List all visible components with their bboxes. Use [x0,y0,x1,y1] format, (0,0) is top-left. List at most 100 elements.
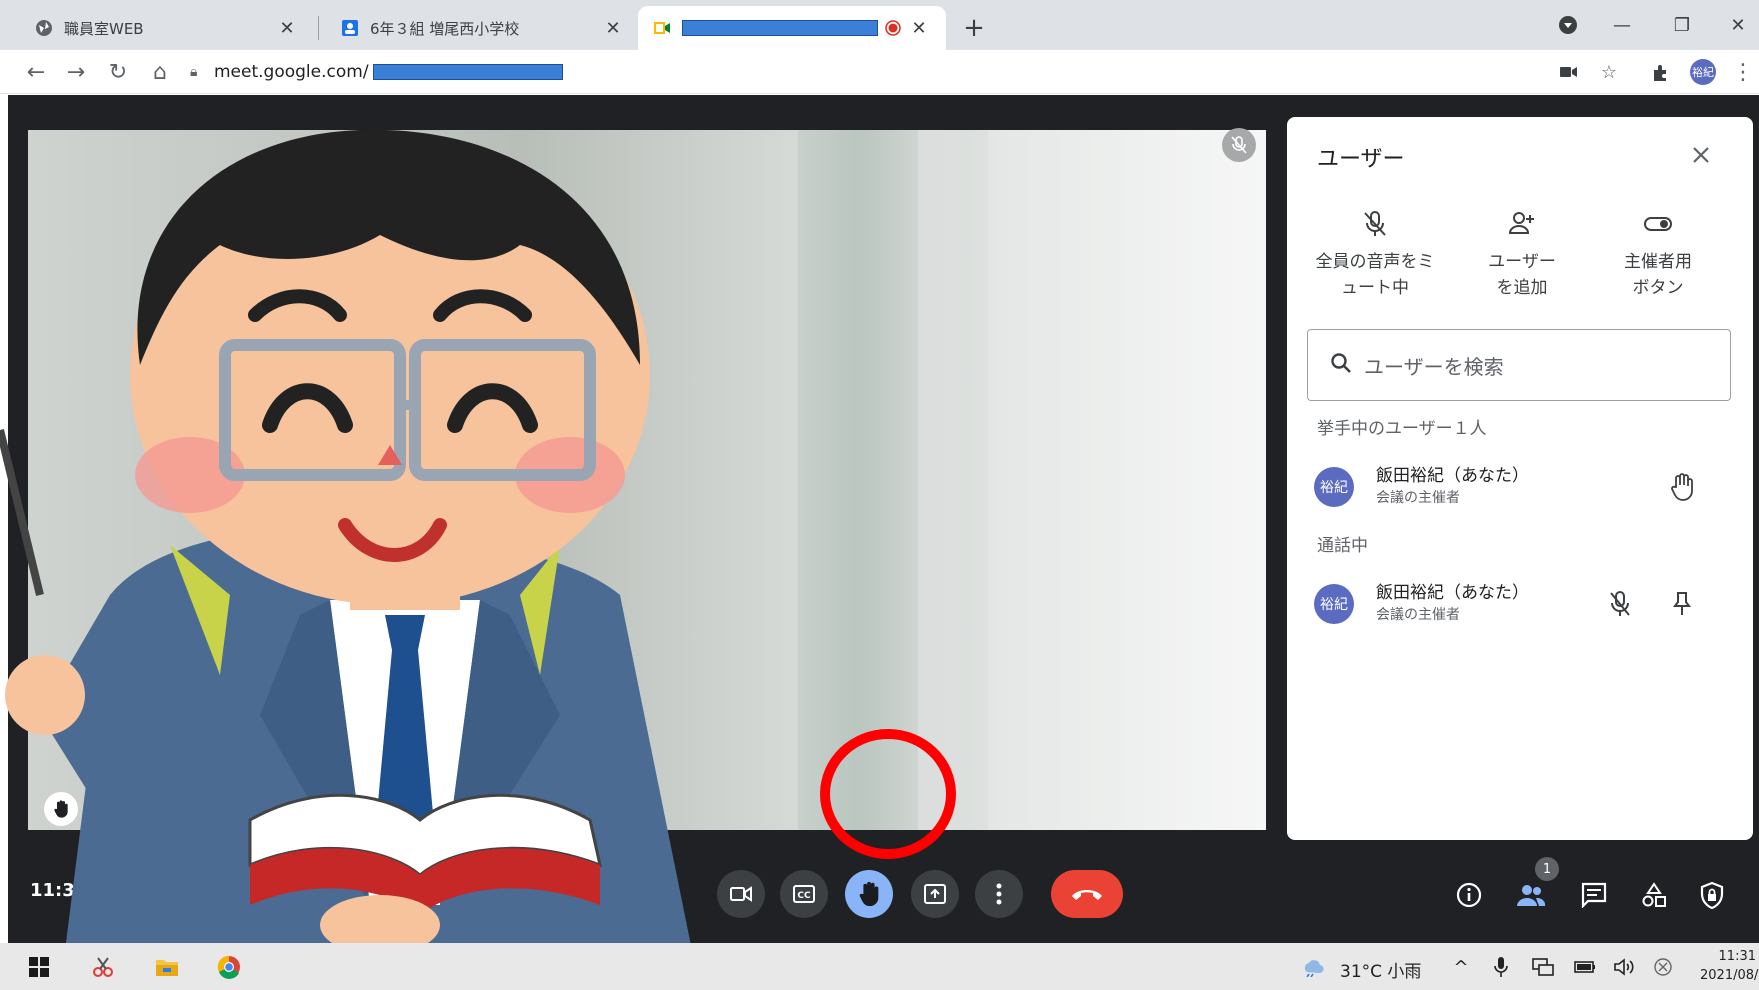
tab-shokuinshitsu[interactable]: 職員室WEB ✕ [20,6,312,50]
camera-indicator-icon[interactable] [1552,56,1586,88]
tab-title: 6年３組 増尾西小学校 [370,19,520,38]
reload-icon[interactable]: ↻ [102,56,134,88]
tray-clock[interactable]: 11:31 2021/08/30 [1700,947,1759,985]
shield-lock-icon [1700,881,1724,909]
captions-icon: CC [793,885,815,903]
activities-button[interactable] [1634,875,1674,915]
classroom-icon [340,18,360,38]
camera-icon [730,886,752,902]
user-search-input[interactable]: ユーザーを検索 [1307,329,1731,401]
home-icon[interactable]: ⌂ [144,56,176,88]
address-bar[interactable]: 🔒︎ meet.google.com/ [190,56,1510,88]
more-options-button[interactable] [975,870,1023,918]
host-controls-button[interactable] [1692,875,1732,915]
tab-classroom[interactable]: 6年３組 増尾西小学校 ✕ [326,6,638,50]
network-icon[interactable] [1526,951,1560,983]
participant-row-raised[interactable]: 裕紀 飯田裕紀（あなた） 会議の主催者 [1314,457,1724,517]
chevron-up-icon[interactable]: ^ [1444,951,1478,983]
bookmark-star-icon[interactable]: ☆ [1592,56,1626,88]
mic-off-icon [1300,209,1450,241]
search-placeholder: ユーザーを検索 [1364,354,1504,379]
raise-hand-button[interactable] [845,870,893,918]
file-explorer-icon[interactable] [150,951,184,983]
in-call-section-label: 通話中 [1317,536,1368,556]
meeting-clock: 11:31 [30,880,88,901]
self-video-tile [28,130,1266,830]
back-icon[interactable]: ← [20,56,52,88]
snipping-tool-icon[interactable] [86,951,120,983]
add-user-label: ユーザーを追加 [1488,252,1556,298]
mute-all-action[interactable]: 全員の音声をミュート中 [1300,209,1450,301]
tab-separator [318,16,319,40]
close-icon[interactable]: ✕ [276,17,298,39]
background-window [988,130,1266,830]
browser-menu-icon[interactable]: ⋮ [1726,56,1759,88]
participant-role: 会議の主催者 [1376,607,1460,623]
activities-icon [1642,882,1666,907]
redacted-tab-title [682,20,878,36]
close-icon[interactable]: ✕ [602,17,624,39]
recording-icon [878,20,908,36]
profile-avatar[interactable]: 裕紀 [1686,56,1720,88]
browser-tab-bar: 職員室WEB ✕ 6年３組 増尾西小学校 ✕ ✕ + — ❐ ✕ [0,0,1759,50]
close-panel-icon[interactable] [1681,135,1721,175]
avatar: 裕紀 [1314,467,1354,507]
end-call-button[interactable] [1051,870,1123,918]
host-controls-action[interactable]: 主催者用ボタン [1583,209,1733,301]
raised-hand-icon[interactable] [1666,471,1698,503]
svg-text:CC: CC [797,891,811,901]
divider [88,879,89,903]
people-button[interactable] [1511,875,1551,915]
new-tab-button[interactable]: + [958,12,990,44]
camera-button[interactable] [717,870,765,918]
screen: 職員室WEB ✕ 6年３組 増尾西小学校 ✕ ✕ + — ❐ ✕ ← → ↻ ⌂… [0,0,1759,990]
chrome-icon[interactable] [212,951,246,983]
tab-title: 職員室WEB [64,19,144,38]
background-pillar [798,130,918,830]
tab-search-icon[interactable] [1548,8,1588,42]
windows-start-icon[interactable] [22,951,56,983]
highlight-circle [820,729,956,859]
participant-row[interactable]: 裕紀 飯田裕紀（あなた） 会議の主催者 [1314,574,1724,634]
chat-icon [1581,882,1607,908]
meeting-details-button[interactable] [1449,875,1489,915]
participant-name: 飯田裕紀（あなた） [1376,583,1529,603]
host-controls-label: 主催者用ボタン [1624,252,1692,298]
avatar: 裕紀 [1314,584,1354,624]
people-panel: ユーザー 全員の音声をミュート中 ユーザーを追加 主催者用ボタン ユーザーを検索… [1287,117,1753,840]
more-vert-icon [996,883,1002,905]
add-user-action[interactable]: ユーザーを追加 [1447,209,1597,301]
raised-hands-section-label: 挙手中のユーザー１人 [1317,419,1487,439]
microphone-tray-icon[interactable] [1484,951,1518,983]
weather-icon[interactable] [1296,951,1330,983]
minimize-icon[interactable]: — [1602,8,1642,42]
volume-icon[interactable] [1608,951,1642,983]
close-icon[interactable]: ✕ [908,17,930,39]
chat-button[interactable] [1574,875,1614,915]
people-count-badge: 1 [1535,857,1559,881]
present-button[interactable] [911,870,959,918]
meeting-code: e2x... [106,880,163,901]
tile-mic-off-icon [1222,128,1256,162]
captions-button[interactable]: CC [780,870,828,918]
extensions-icon[interactable] [1644,56,1678,88]
panel-title: ユーザー [1317,147,1405,172]
redacted-url [372,64,563,80]
add-person-icon [1447,209,1597,241]
url-text: meet.google.com/ [214,62,369,82]
restore-icon[interactable]: ❐ [1662,8,1702,42]
pin-icon[interactable] [1666,588,1698,620]
toggle-icon [1583,209,1733,241]
weather-text[interactable]: 31°C 小雨 [1340,957,1421,982]
forward-icon[interactable]: → [60,56,92,88]
windows-taskbar: 31°C 小雨 ^ 11:31 2021/08/30 [0,943,1759,990]
battery-icon[interactable] [1568,951,1602,983]
tray-time: 11:31 [1718,949,1756,964]
tab-meet[interactable]: ✕ [638,6,946,50]
mute-all-label: 全員の音声をミュート中 [1315,252,1435,298]
globe-icon [34,18,54,38]
ime-disabled-icon[interactable] [1646,951,1680,983]
mic-off-icon[interactable] [1604,588,1636,620]
window-close-icon[interactable]: ✕ [1718,8,1758,42]
browser-toolbar: ← → ↻ ⌂ 🔒︎ meet.google.com/ ☆ 裕紀 ⋮ [0,50,1759,94]
